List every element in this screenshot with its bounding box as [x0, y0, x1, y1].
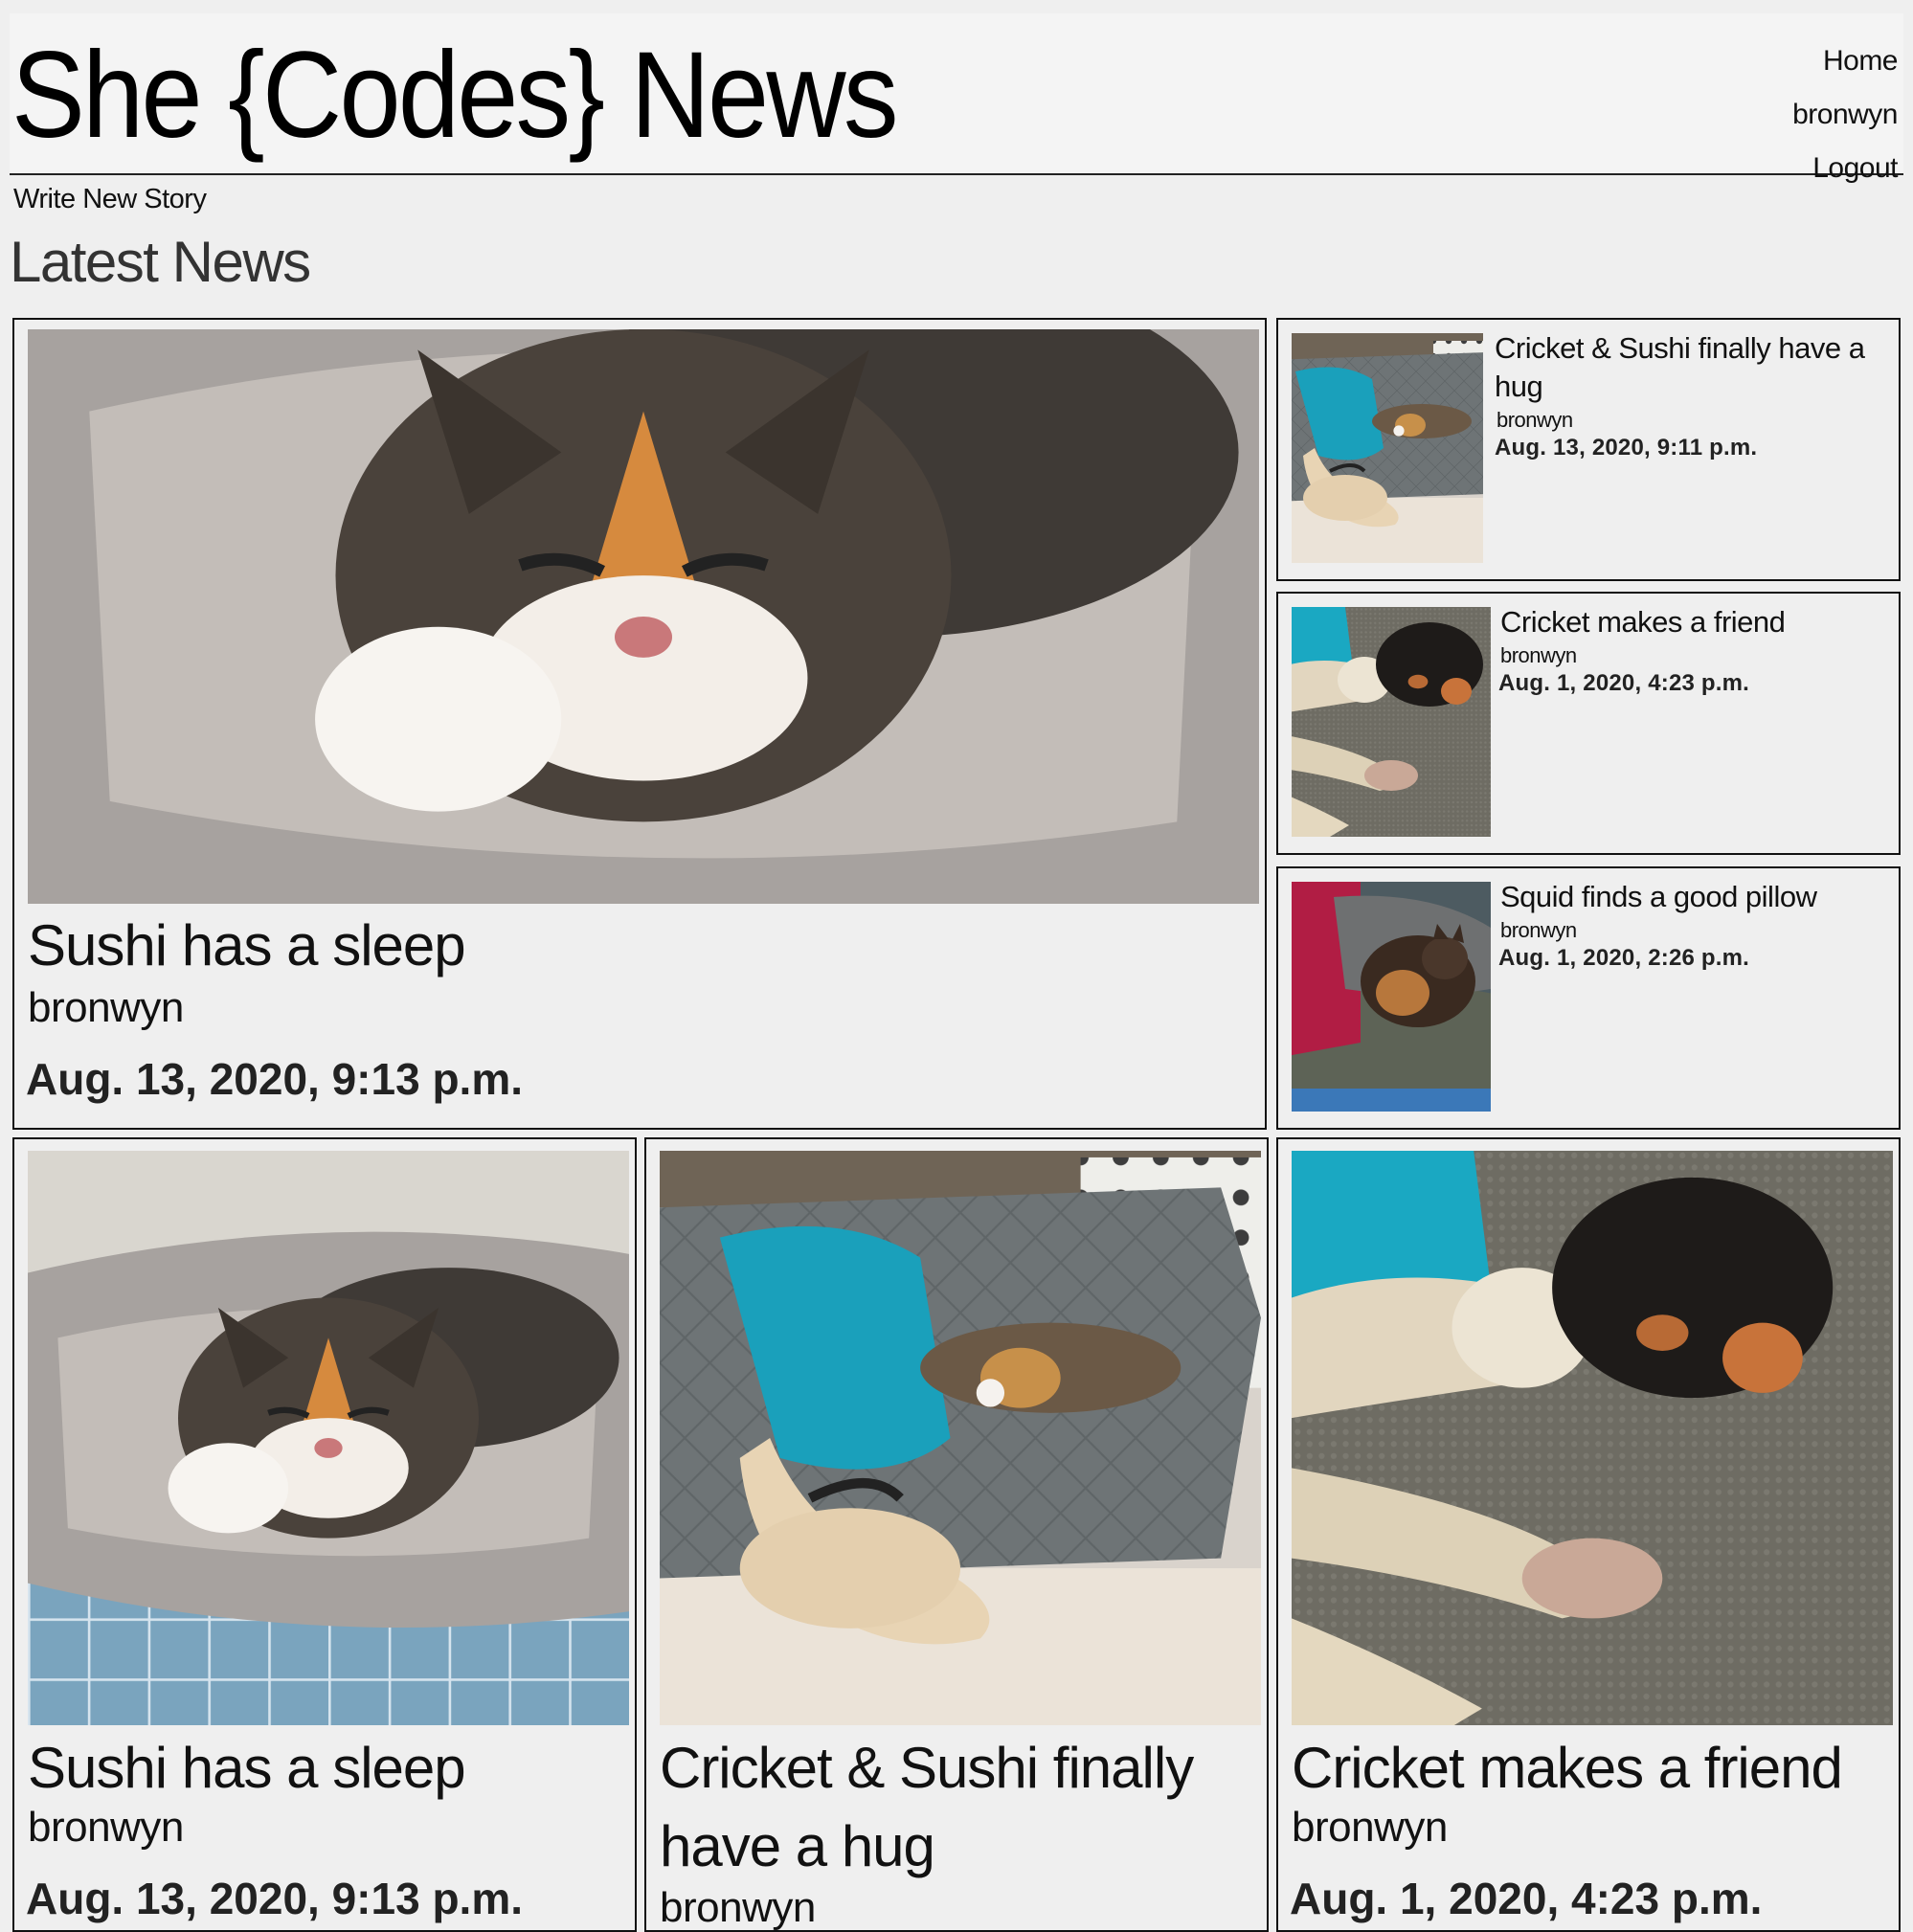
grid-story-card[interactable]: Cricket makes a friend bronwyn Aug. 1, 2… [1276, 1137, 1901, 1932]
nav-logout-link[interactable]: Logout [1792, 142, 1898, 195]
featured-story-card[interactable]: Sushi has a sleep bronwyn Aug. 13, 2020,… [12, 318, 1267, 1130]
nav-home-link[interactable]: Home [1792, 34, 1899, 88]
grid-story-card[interactable]: Sushi has a sleep bronwyn Aug. 13, 2020,… [12, 1137, 637, 1932]
story-title[interactable]: Cricket & Sushi finally have a hug [1495, 329, 1878, 406]
story-title[interactable]: Sushi has a sleep [28, 1729, 621, 1808]
top-nav: Home bronwyn Logout [1792, 34, 1898, 195]
story-thumbnail[interactable] [1292, 333, 1483, 563]
story-title[interactable]: Cricket makes a friend [1500, 603, 1883, 641]
grid-story-card[interactable]: Cricket & Sushi finally have a hug bronw… [644, 1137, 1269, 1932]
latest-news-heading: Latest News [10, 230, 311, 294]
story-date: Aug. 13, 2020, 9:11 p.m. [1495, 435, 1758, 461]
story-date: Aug. 1, 2020, 2:26 p.m. [1498, 945, 1750, 971]
story-date: Aug. 13, 2020, 9:13 p.m. [26, 1054, 524, 1104]
story-author: bronwyn [28, 1804, 184, 1851]
story-author: bronwyn [1500, 643, 1577, 667]
write-new-story-link[interactable]: Write New Story [13, 184, 207, 215]
story-title[interactable]: Squid finds a good pillow [1500, 878, 1883, 916]
story-author: bronwyn [1292, 1804, 1448, 1851]
story-title[interactable]: Cricket makes a friend [1292, 1729, 1885, 1808]
story-author: bronwyn [660, 1884, 816, 1931]
story-author: bronwyn [1500, 918, 1577, 942]
story-author: bronwyn [1497, 408, 1573, 432]
story-date: Aug. 1, 2020, 4:23 p.m. [1498, 670, 1750, 696]
story-date: Aug. 1, 2020, 4:23 p.m. [1290, 1874, 1763, 1923]
nav-user-link[interactable]: bronwyn [1792, 88, 1898, 142]
site-title[interactable]: She {Codes} News [11, 34, 898, 157]
side-story-card[interactable]: Squid finds a good pillow bronwyn Aug. 1… [1276, 866, 1901, 1130]
story-title[interactable]: Sushi has a sleep [28, 910, 466, 981]
side-story-card[interactable]: Cricket makes a friend bronwyn Aug. 1, 2… [1276, 592, 1901, 855]
story-image[interactable] [28, 1151, 629, 1725]
story-image[interactable] [28, 329, 1259, 904]
story-title[interactable]: Cricket & Sushi finally have a hug [660, 1729, 1253, 1886]
story-image[interactable] [660, 1151, 1261, 1725]
site-header: She {Codes} News Home bronwyn Logout [10, 13, 1903, 184]
story-date: Aug. 13, 2020, 9:13 p.m. [26, 1874, 524, 1923]
side-story-card[interactable]: Cricket & Sushi finally have a hug bronw… [1276, 318, 1901, 581]
story-thumbnail[interactable] [1292, 607, 1491, 837]
story-author: bronwyn [28, 984, 184, 1031]
story-thumbnail[interactable] [1292, 882, 1491, 1112]
story-image[interactable] [1292, 1151, 1893, 1725]
